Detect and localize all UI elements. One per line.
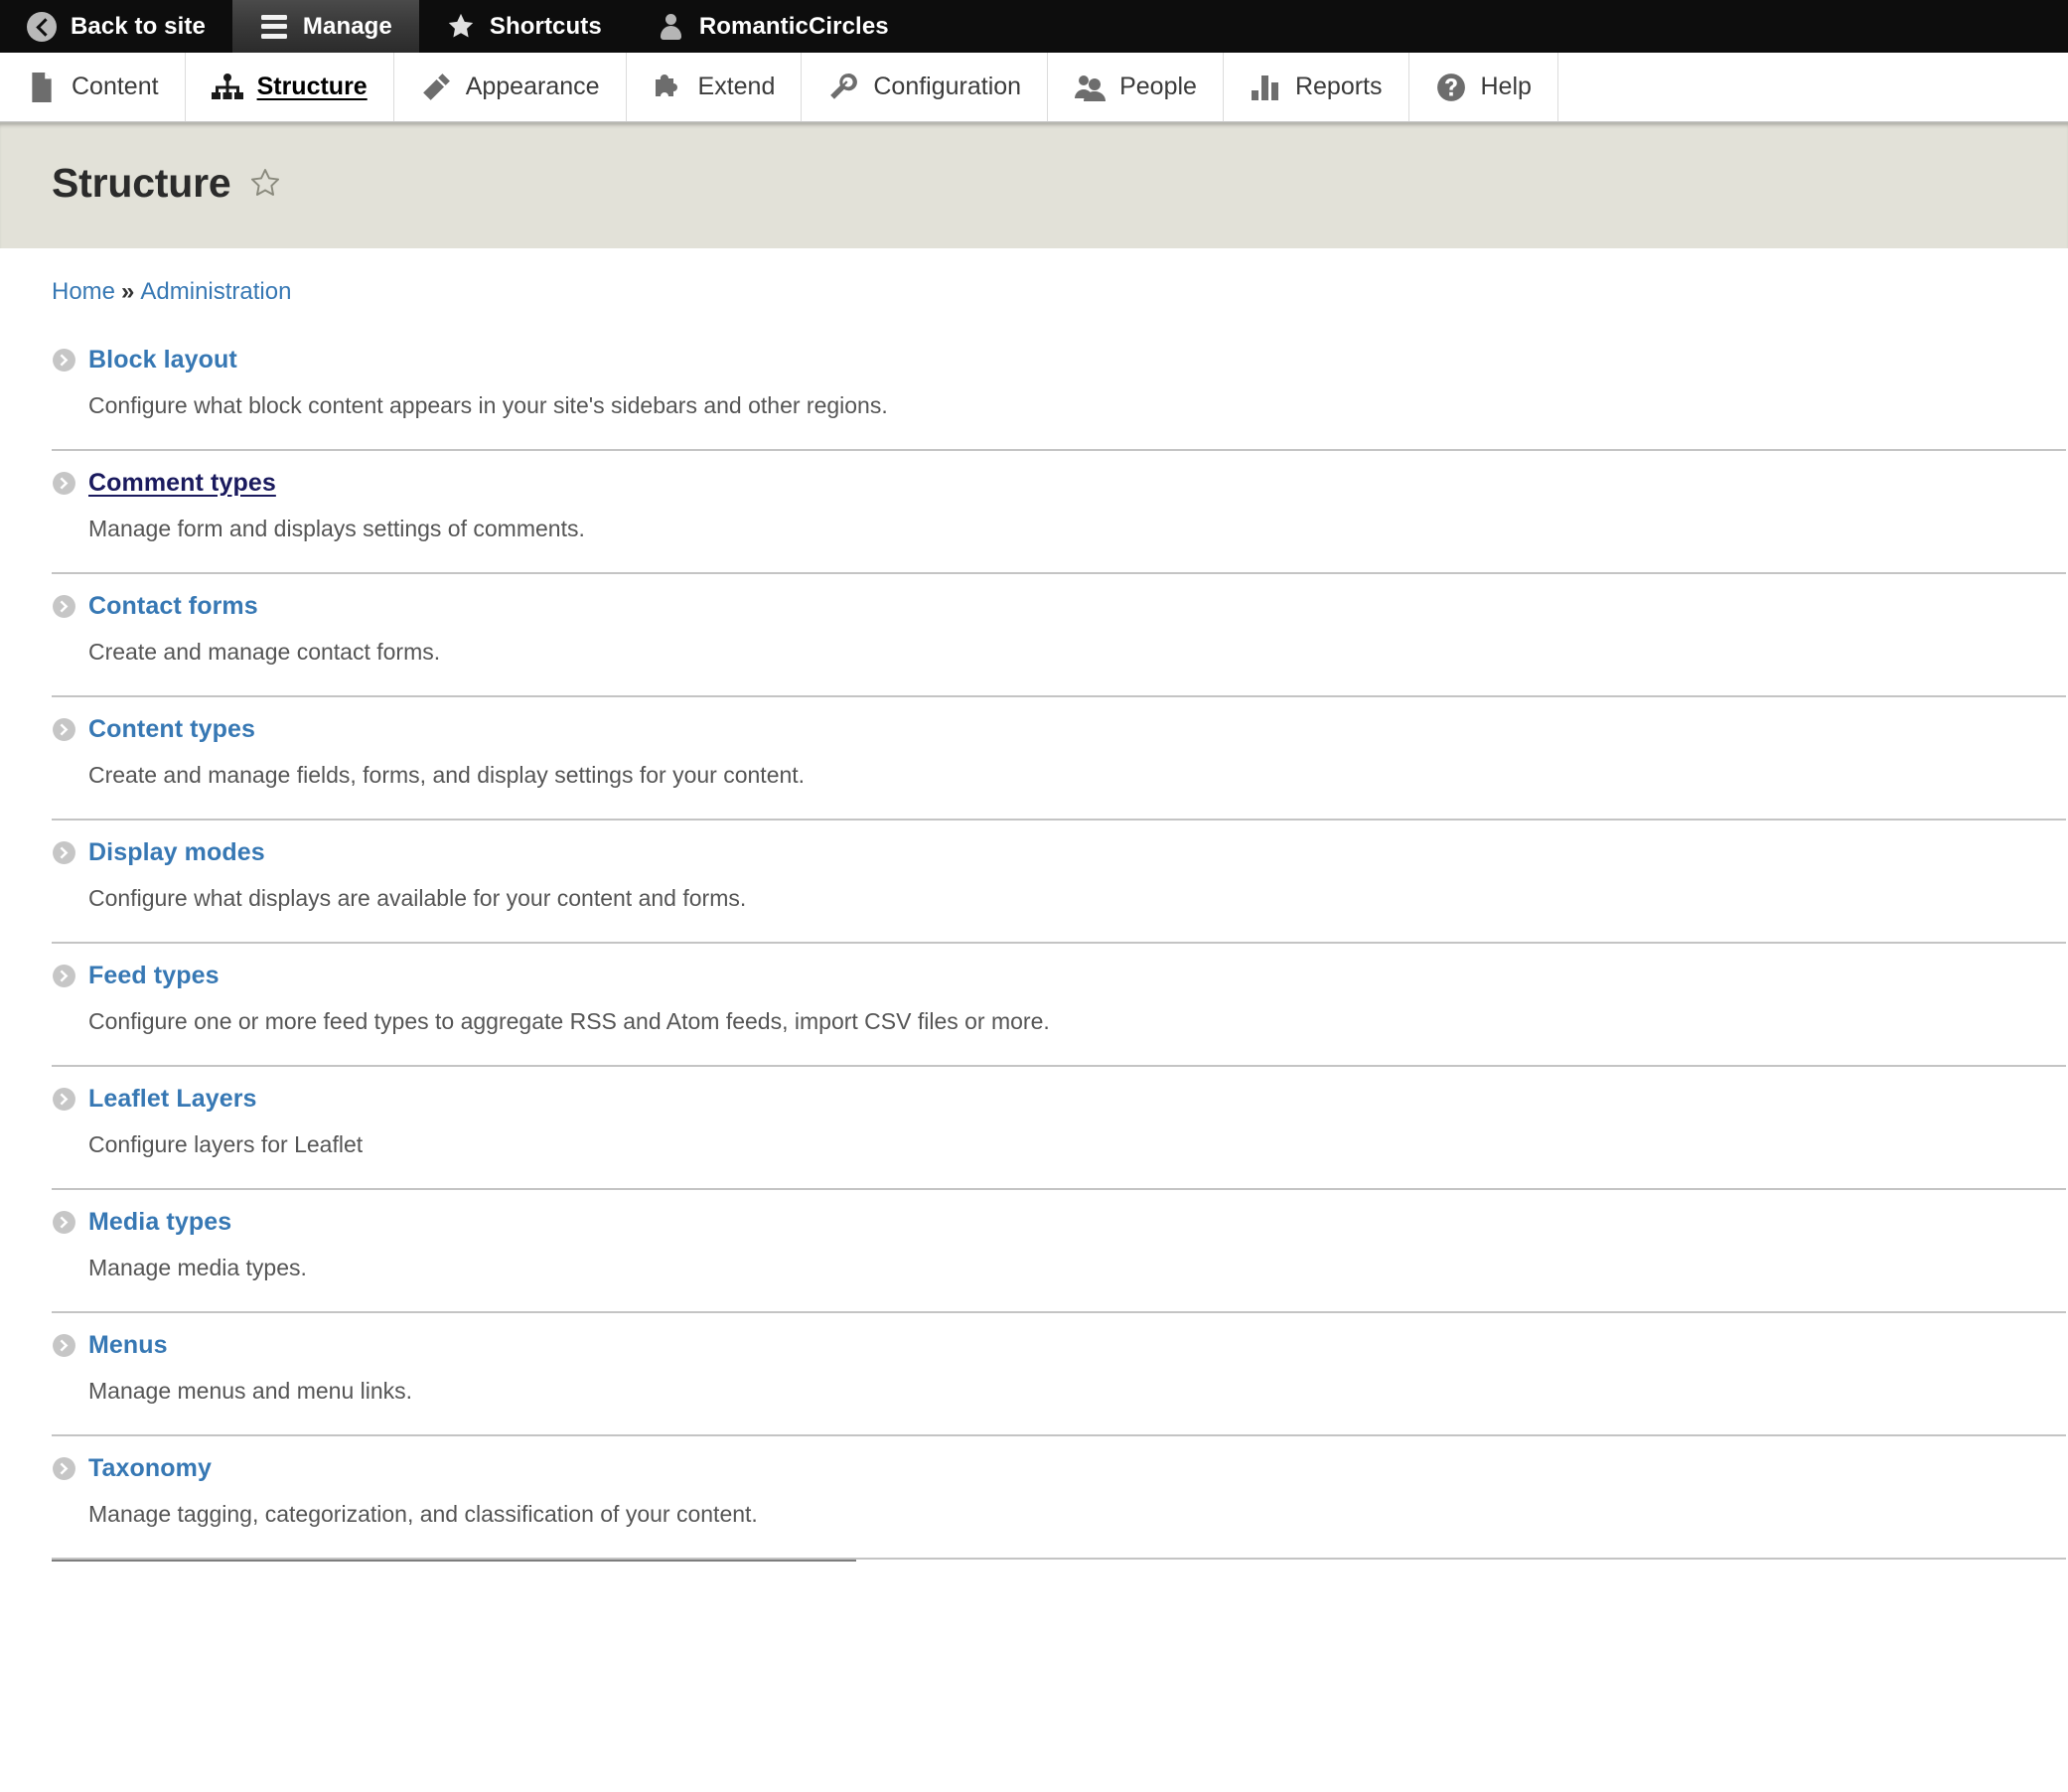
menu-item-content[interactable]: Content xyxy=(0,53,186,121)
puzzle-piece-icon xyxy=(653,72,684,103)
admin-item-header: Comment types xyxy=(52,469,2066,498)
admin-item-header: Display modes xyxy=(52,838,2066,867)
hamburger-icon xyxy=(259,12,289,42)
structure-admin-list: Block layout Configure what block content… xyxy=(0,328,2068,1560)
chevron-right-circle-icon xyxy=(52,594,76,619)
admin-item-header: Media types xyxy=(52,1208,2066,1237)
admin-list-item: Display modes Configure what displays are… xyxy=(52,821,2066,944)
admin-item-description: Manage menus and menu links. xyxy=(88,1376,2066,1407)
menu-item-label: Extend xyxy=(698,73,776,101)
chevron-right-circle-icon xyxy=(52,1333,76,1358)
breadcrumb-link-home[interactable]: Home xyxy=(52,278,115,305)
menu-item-label: Help xyxy=(1481,73,1532,101)
paintbrush-icon xyxy=(420,72,452,103)
admin-item-link[interactable]: Content types xyxy=(88,715,255,744)
toolbar-tab-user-account[interactable]: RomanticCircles xyxy=(629,0,916,53)
admin-item-header: Feed types xyxy=(52,962,2066,990)
toolbar-tab-label: RomanticCircles xyxy=(699,13,889,41)
menu-item-configuration[interactable]: Configuration xyxy=(802,53,1048,121)
chevron-right-circle-icon xyxy=(52,840,76,865)
admin-item-description: Create and manage contact forms. xyxy=(88,637,2066,668)
admin-item-header: Menus xyxy=(52,1331,2066,1360)
admin-item-description: Manage form and displays settings of com… xyxy=(88,514,2066,544)
chevron-right-circle-icon xyxy=(52,348,76,373)
admin-item-link[interactable]: Contact forms xyxy=(88,592,258,621)
bar-chart-icon xyxy=(1250,72,1281,103)
toolbar-tab-label: Shortcuts xyxy=(490,13,602,41)
admin-item-description: Configure what block content appears in … xyxy=(88,390,2066,421)
admin-toolbar: Back to site Manage Shortcuts RomanticCi… xyxy=(0,0,2068,53)
admin-item-link[interactable]: Comment types xyxy=(88,469,276,498)
admin-menu-filler xyxy=(1558,53,2068,121)
admin-menu-bar: Content Structure Appearance xyxy=(0,53,2068,122)
admin-list-item: Feed types Configure one or more feed typ… xyxy=(52,944,2066,1067)
admin-item-header: Content types xyxy=(52,715,2066,744)
menu-item-extend[interactable]: Extend xyxy=(627,53,803,121)
admin-item-description: Create and manage fields, forms, and dis… xyxy=(88,760,2066,791)
admin-list-item: Taxonomy Manage tagging, categorization, … xyxy=(52,1436,2066,1560)
menu-item-people[interactable]: People xyxy=(1048,53,1224,121)
list-bottom-divider xyxy=(52,1560,856,1562)
toolbar-tab-back-to-site[interactable]: Back to site xyxy=(0,0,232,53)
chevron-right-circle-icon xyxy=(52,1087,76,1112)
menu-item-appearance[interactable]: Appearance xyxy=(394,53,627,121)
user-icon xyxy=(656,12,685,42)
menu-item-label: People xyxy=(1119,73,1197,101)
chevron-right-circle-icon xyxy=(52,1456,76,1481)
admin-item-link[interactable]: Feed types xyxy=(88,962,220,990)
toolbar-tab-shortcuts[interactable]: Shortcuts xyxy=(419,0,629,53)
menu-item-help[interactable]: Help xyxy=(1409,53,1558,121)
menu-item-label: Reports xyxy=(1295,73,1383,101)
toolbar-tab-label: Manage xyxy=(303,13,392,41)
admin-item-header: Contact forms xyxy=(52,592,2066,621)
admin-list-item: Block layout Configure what block content… xyxy=(52,328,2066,451)
admin-item-header: Taxonomy xyxy=(52,1454,2066,1483)
menu-item-label: Structure xyxy=(257,73,368,101)
admin-list-item: Leaflet Layers Configure layers for Leafl… xyxy=(52,1067,2066,1190)
chevron-right-circle-icon xyxy=(52,471,76,496)
document-icon xyxy=(26,72,58,103)
chevron-right-circle-icon xyxy=(52,717,76,742)
admin-item-link[interactable]: Media types xyxy=(88,1208,231,1237)
shortcut-star-icon[interactable] xyxy=(248,167,282,201)
admin-list-item: Comment types Manage form and displays se… xyxy=(52,451,2066,574)
breadcrumb: Home»Administration xyxy=(0,248,2068,328)
breadcrumb-link-administration[interactable]: Administration xyxy=(140,278,291,305)
admin-item-description: Configure what displays are available fo… xyxy=(88,883,2066,914)
page-title: Structure xyxy=(52,160,230,207)
admin-item-description: Configure layers for Leaflet xyxy=(88,1129,2066,1160)
admin-item-link[interactable]: Leaflet Layers xyxy=(88,1085,257,1114)
star-icon xyxy=(446,12,476,42)
admin-item-description: Configure one or more feed types to aggr… xyxy=(88,1006,2066,1037)
admin-item-description: Manage media types. xyxy=(88,1253,2066,1283)
toolbar-tab-label: Back to site xyxy=(71,13,206,41)
menu-item-structure[interactable]: Structure xyxy=(186,53,394,121)
admin-list-item: Contact forms Create and manage contact f… xyxy=(52,574,2066,697)
chevron-right-circle-icon xyxy=(52,1210,76,1235)
admin-item-header: Block layout xyxy=(52,346,2066,374)
admin-list-item: Menus Manage menus and menu links. xyxy=(52,1313,2066,1436)
admin-list-item: Media types Manage media types. xyxy=(52,1190,2066,1313)
page-title-band: Structure xyxy=(0,122,2068,248)
admin-item-link[interactable]: Display modes xyxy=(88,838,265,867)
menu-item-label: Configuration xyxy=(873,73,1021,101)
structure-icon xyxy=(212,72,243,103)
question-mark-icon xyxy=(1435,72,1467,103)
menu-item-reports[interactable]: Reports xyxy=(1224,53,1409,121)
back-arrow-icon xyxy=(27,12,57,42)
admin-item-header: Leaflet Layers xyxy=(52,1085,2066,1114)
admin-list-item: Content types Create and manage fields, f… xyxy=(52,697,2066,821)
breadcrumb-separator: » xyxy=(121,278,134,305)
wrench-icon xyxy=(827,72,859,103)
menu-item-label: Appearance xyxy=(466,73,600,101)
people-icon xyxy=(1074,72,1106,103)
admin-item-link[interactable]: Block layout xyxy=(88,346,237,374)
chevron-right-circle-icon xyxy=(52,964,76,988)
admin-item-description: Manage tagging, categorization, and clas… xyxy=(88,1499,2066,1530)
toolbar-tab-manage[interactable]: Manage xyxy=(232,0,419,53)
admin-item-link[interactable]: Taxonomy xyxy=(88,1454,212,1483)
admin-item-link[interactable]: Menus xyxy=(88,1331,168,1360)
menu-item-label: Content xyxy=(72,73,159,101)
